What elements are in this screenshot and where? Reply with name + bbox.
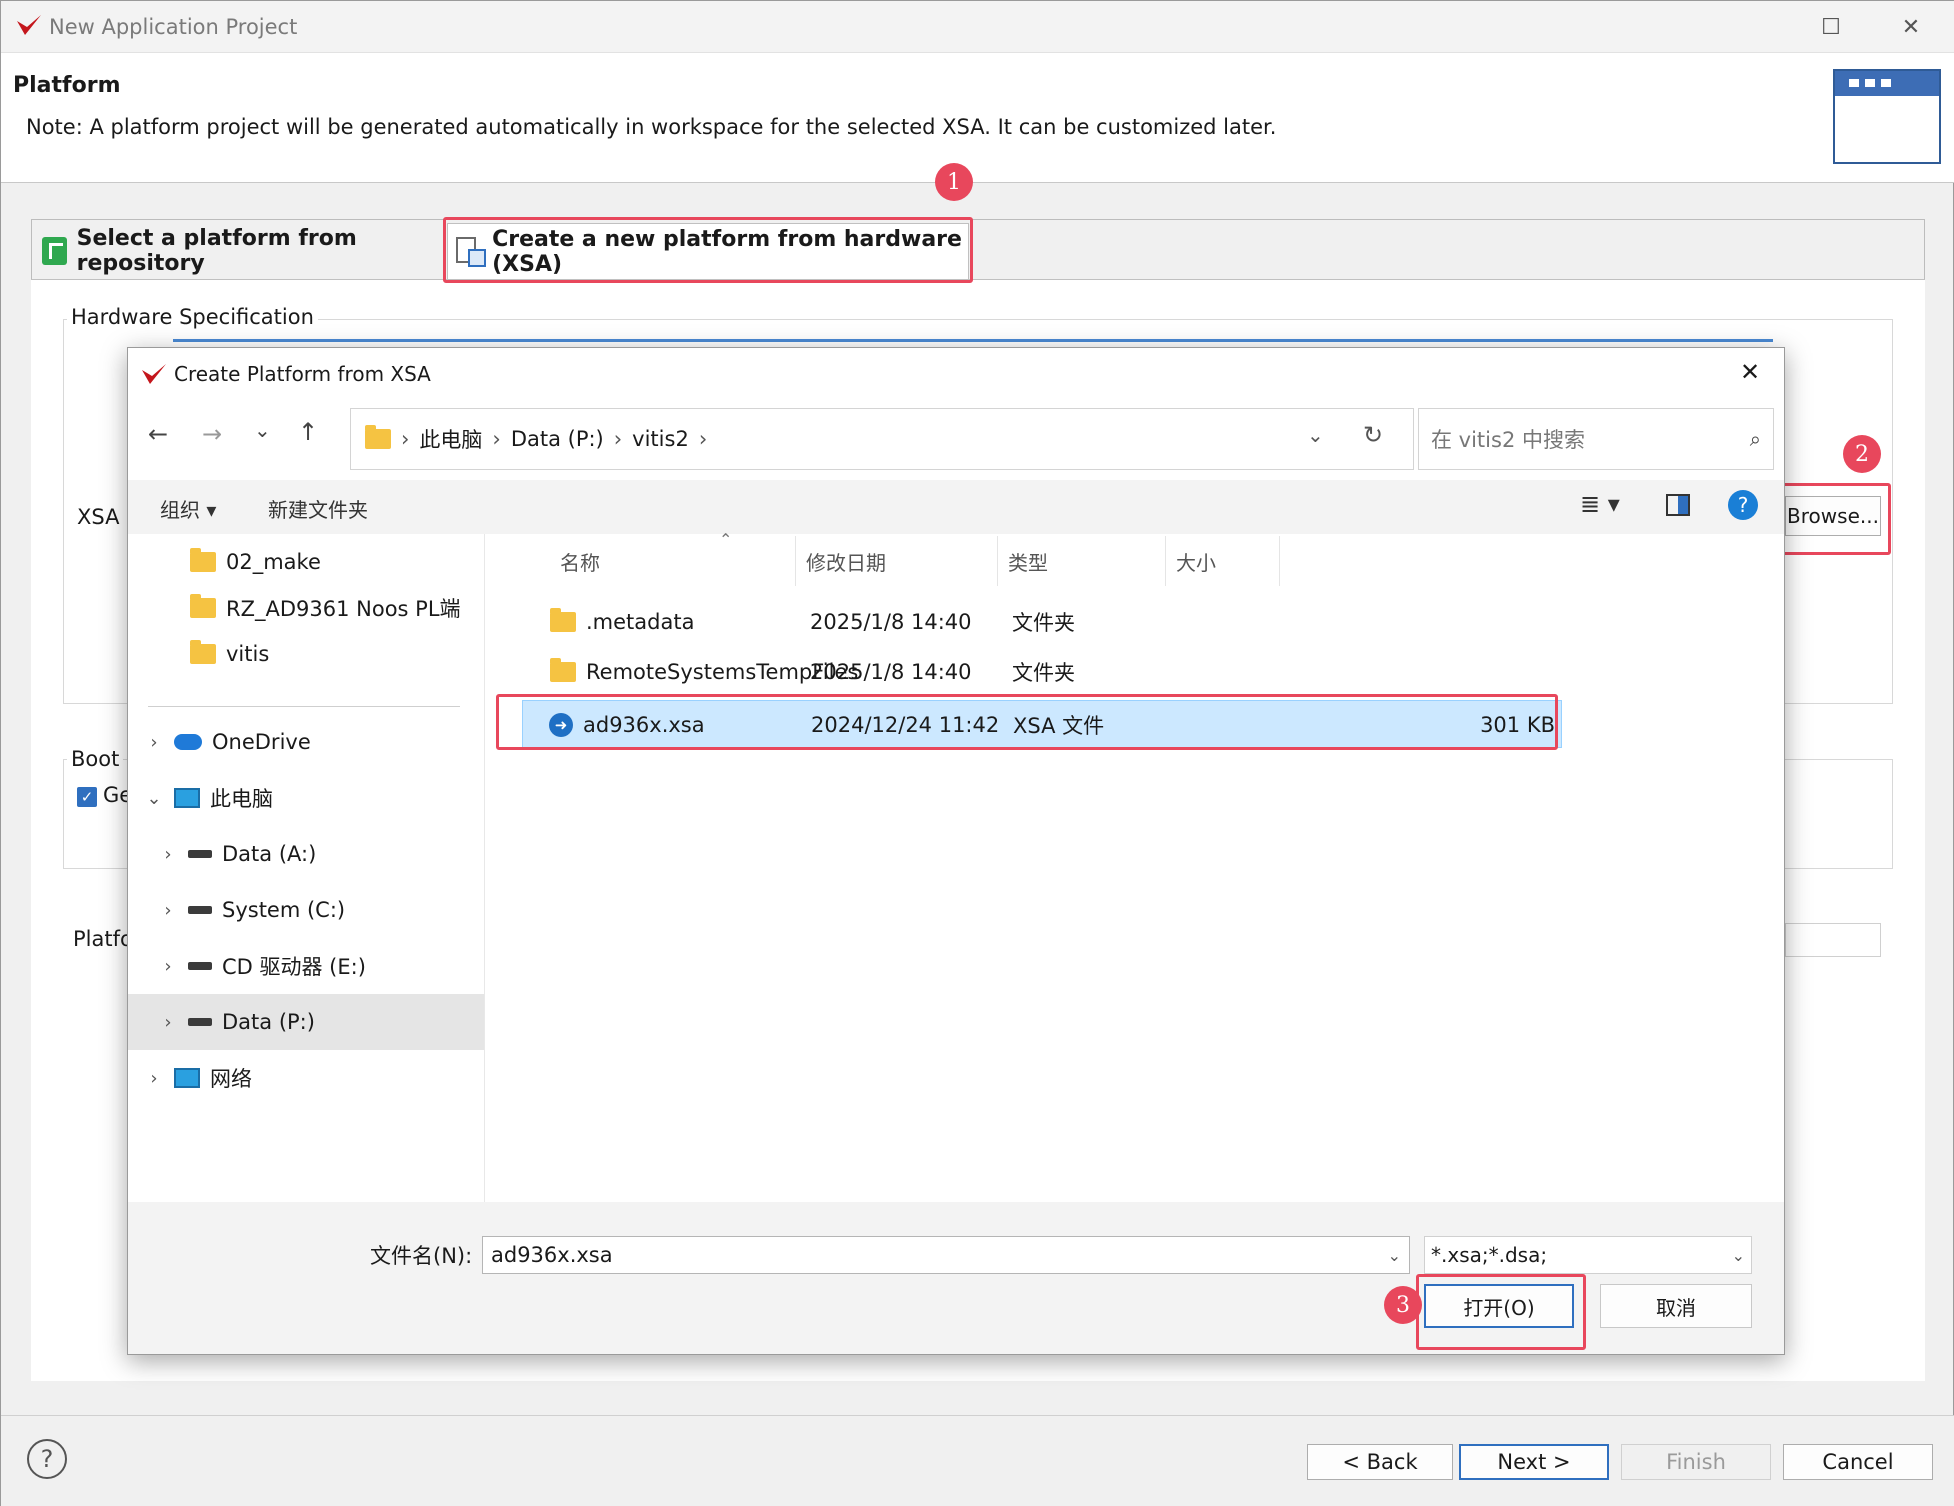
next-button[interactable]: Next >: [1459, 1444, 1609, 1480]
refresh-icon[interactable]: ↻: [1363, 421, 1383, 449]
organize-button[interactable]: 组织 ▾: [160, 494, 216, 523]
finish-button[interactable]: Finish: [1621, 1444, 1771, 1480]
highlight-box-file: [496, 694, 1558, 750]
chevron-right-icon[interactable]: ›: [158, 844, 178, 865]
search-input[interactable]: 在 vitis2 中搜索 ⌕: [1418, 408, 1774, 470]
page-note: Note: A platform project will be generat…: [26, 115, 1277, 139]
folder-icon: [365, 425, 391, 449]
preview-pane-icon[interactable]: [1666, 494, 1690, 516]
chevron-right-icon[interactable]: ›: [158, 900, 178, 921]
recent-locations-icon[interactable]: ⌄: [254, 418, 271, 442]
platform-name-label: Platfo: [73, 927, 133, 951]
column-header-type[interactable]: 类型: [998, 536, 1166, 586]
breadcrumb-item[interactable]: 此电脑: [419, 424, 482, 454]
dialog-toolbar: 组织 ▾ 新建文件夹 ≣ ▾ ?: [128, 480, 1784, 534]
chevron-down-icon[interactable]: ⌄: [144, 788, 164, 809]
help-icon[interactable]: ?: [27, 1439, 67, 1479]
xsa-label: XSA I: [77, 505, 133, 529]
computer-icon: [174, 788, 200, 808]
window-titlebar: New Application Project ☐ ✕: [1, 1, 1954, 53]
dialog-close-icon[interactable]: ✕: [1740, 358, 1760, 386]
chevron-right-icon[interactable]: ›: [158, 1012, 178, 1033]
tree-divider: [148, 706, 460, 707]
vitis-logo-icon: [15, 13, 43, 43]
network-icon: [174, 1068, 200, 1088]
forward-arrow-icon[interactable]: →: [202, 420, 222, 448]
app-window: New Application Project ☐ ✕ Platform Not…: [0, 0, 1954, 1506]
address-dropdown-icon[interactable]: ⌄: [1307, 423, 1324, 447]
navigation-tree: 02_make RZ_AD9361 Noos PL端 vitis › OneDr…: [128, 534, 486, 1202]
dialog-titlebar: Create Platform from XSA ✕: [128, 348, 1784, 400]
view-options-icon[interactable]: ≣ ▾: [1580, 490, 1620, 518]
close-window-button[interactable]: ✕: [1881, 7, 1941, 47]
highlight-box-3: [1416, 1274, 1586, 1350]
step-badge-2: 2: [1843, 435, 1881, 473]
back-arrow-icon[interactable]: ←: [148, 420, 168, 448]
wizard-banner-icon: [1833, 69, 1941, 164]
file-row[interactable]: .metadata 2025/1/8 14:40 文件夹: [516, 598, 1564, 646]
cd-drive-icon: [188, 962, 212, 970]
breadcrumb-item[interactable]: vitis2: [632, 427, 689, 451]
tab-select-platform-repository[interactable]: Select a platform from repository: [34, 223, 442, 279]
tree-item-drive-e[interactable]: › CD 驱动器 (E:): [128, 938, 486, 994]
drive-icon: [188, 850, 212, 858]
cancel-button[interactable]: Cancel: [1783, 1444, 1933, 1480]
filename-input[interactable]: ad936x.xsa ⌄: [482, 1236, 1410, 1274]
chevron-right-icon[interactable]: ›: [144, 1068, 164, 1089]
hardware-spec-label: Hardware Specification: [67, 305, 318, 329]
column-header-size[interactable]: 大小: [1166, 536, 1280, 586]
maximize-button[interactable]: ☐: [1801, 7, 1861, 47]
tree-item-drive-p[interactable]: › Data (P:): [128, 994, 486, 1050]
back-button[interactable]: < Back: [1307, 1444, 1453, 1480]
tree-item-onedrive[interactable]: › OneDrive: [128, 714, 486, 770]
highlight-box-1: [443, 217, 973, 283]
tree-item-drive-c[interactable]: › System (C:): [128, 882, 486, 938]
dialog-cancel-button[interactable]: 取消: [1600, 1284, 1752, 1328]
chevron-down-icon[interactable]: ⌄: [1732, 1246, 1745, 1265]
boot-group-label: Boot: [67, 747, 124, 771]
file-dialog: Create Platform from XSA ✕ ← → ⌄ ↑ › 此电脑…: [127, 347, 1785, 1355]
folder-icon: [190, 548, 216, 572]
up-arrow-icon[interactable]: ↑: [298, 418, 318, 446]
search-placeholder: 在 vitis2 中搜索: [1431, 428, 1585, 452]
step-badge-1: 1: [935, 163, 973, 201]
file-type-select[interactable]: *.xsa;*.dsa; ⌄: [1424, 1236, 1752, 1274]
tree-item[interactable]: vitis: [128, 626, 486, 682]
window-title: New Application Project: [49, 15, 298, 39]
tree-item-network[interactable]: › 网络: [128, 1050, 486, 1106]
folder-icon: [190, 594, 216, 618]
highlight-box-2: [1779, 483, 1891, 555]
page-title: Platform: [13, 73, 121, 98]
chevron-right-icon[interactable]: ›: [158, 956, 178, 977]
chevron-down-icon[interactable]: ⌄: [1388, 1246, 1401, 1265]
folder-icon: [190, 640, 216, 664]
vitis-logo-icon: [140, 362, 168, 392]
address-bar[interactable]: › 此电脑 › Data (P:) › vitis2 › ⌄ ↻: [350, 408, 1414, 470]
tab-label: Select a platform from repository: [76, 226, 357, 276]
repository-icon: [42, 237, 67, 265]
boot-checkbox[interactable]: ✓: [77, 787, 97, 807]
search-icon: ⌕: [1749, 427, 1761, 451]
step-badge-3: 3: [1384, 1286, 1422, 1324]
drive-icon: [188, 906, 212, 914]
cloud-icon: [174, 734, 202, 750]
file-row[interactable]: RemoteSystemsTempFiles 2025/1/8 14:40 文件…: [516, 648, 1564, 696]
chevron-right-icon[interactable]: ›: [144, 732, 164, 753]
new-folder-button[interactable]: 新建文件夹: [268, 494, 368, 523]
platform-name-input[interactable]: [1785, 923, 1881, 957]
dialog-title: Create Platform from XSA: [174, 362, 431, 386]
filename-label: 文件名(N):: [370, 1244, 473, 1268]
drive-icon: [188, 1018, 212, 1026]
column-header-name[interactable]: 名称: [542, 536, 796, 586]
help-icon[interactable]: ?: [1728, 490, 1758, 520]
breadcrumb-item[interactable]: Data (P:): [511, 427, 604, 451]
folder-icon: [550, 658, 576, 682]
folder-icon: [550, 608, 576, 632]
column-header-date[interactable]: 修改日期: [796, 536, 998, 586]
tree-item-this-pc[interactable]: ⌄ 此电脑: [128, 770, 486, 826]
tree-item-drive-a[interactable]: › Data (A:): [128, 826, 486, 882]
hardware-spec-line: [173, 339, 1773, 342]
